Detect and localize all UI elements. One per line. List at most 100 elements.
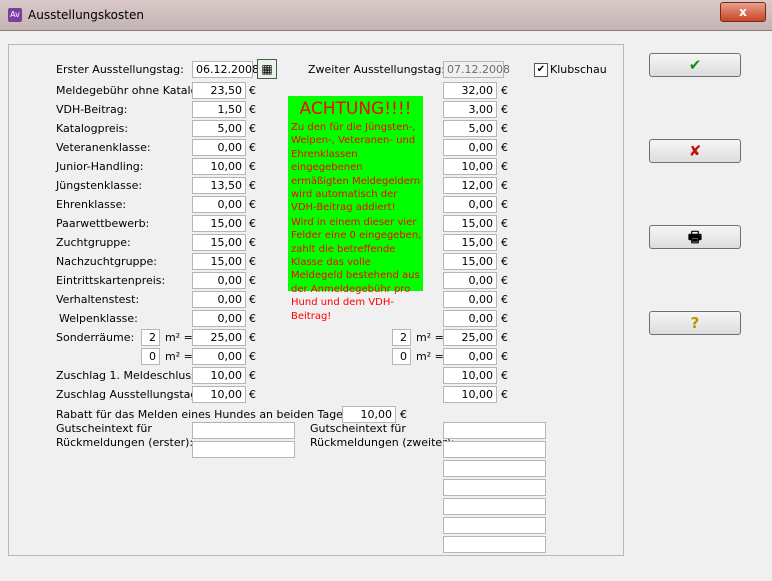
klubschau-label: Klubschau — [550, 63, 607, 76]
row-value-day1[interactable]: 23,50 — [192, 82, 246, 99]
row-value-day1[interactable]: 0,00 — [192, 272, 246, 289]
gutschein-zweiter-field[interactable] — [443, 422, 546, 439]
row-value-day2[interactable]: 0,00 — [443, 291, 497, 308]
sonderraeume-label: Sonderräume: — [56, 331, 135, 344]
row-value-day1[interactable]: 0,00 — [192, 291, 246, 308]
sonder-value-day2[interactable]: 0,00 — [443, 348, 497, 365]
row-label: Meldegebühr ohne Katalog: — [56, 84, 208, 97]
row-value-day1[interactable]: 10,00 — [192, 158, 246, 175]
euro-sign: € — [249, 369, 256, 382]
row-value-day2[interactable]: 12,00 — [443, 177, 497, 194]
warning-panel: ACHTUNG!!!! Zu den für die Jüngsten-, Wel… — [288, 96, 423, 322]
row-label: Verhaltenstest: — [56, 293, 140, 306]
row-value-day1[interactable]: 15,00 — [192, 234, 246, 251]
m2-label: m² = — [416, 350, 444, 363]
print-button[interactable]: 🖶 — [649, 225, 741, 249]
row-label: Nachzuchtgruppe: — [56, 255, 157, 268]
zuschlag-value-day2[interactable]: 10,00 — [443, 386, 497, 403]
row-value-day2[interactable]: 0,00 — [443, 196, 497, 213]
row-value-day1[interactable]: 0,00 — [192, 310, 246, 327]
row-value-day2[interactable]: 3,00 — [443, 101, 497, 118]
help-button[interactable]: ? — [649, 311, 741, 335]
euro-sign: € — [501, 141, 508, 154]
zuschlag-value-day2[interactable]: 10,00 — [443, 367, 497, 384]
row-value-day2[interactable]: 0,00 — [443, 272, 497, 289]
gutschein-zweiter-field[interactable] — [443, 460, 546, 477]
sonder-value-day1[interactable]: 25,00 — [192, 329, 246, 346]
gutschein-erster-field[interactable] — [192, 441, 295, 458]
zuschlag-value-day1[interactable]: 10,00 — [192, 367, 246, 384]
row-value-day2[interactable]: 10,00 — [443, 158, 497, 175]
row-label: Jüngstenklasse: — [56, 179, 143, 192]
euro-sign: € — [501, 198, 508, 211]
row-value-day2[interactable]: 0,00 — [443, 310, 497, 327]
euro-sign: € — [249, 293, 256, 306]
row-value-day2[interactable]: 32,00 — [443, 82, 497, 99]
warning-text: Wird in einem dieser vier Felder eine 0 … — [291, 216, 422, 322]
checkmark-icon: ✔ — [688, 56, 702, 74]
euro-sign: € — [501, 122, 508, 135]
m2-label: m² = — [416, 331, 444, 344]
gutschein-zweiter-field[interactable] — [443, 536, 546, 553]
title-bar: Av Ausstellungskosten x — [0, 0, 772, 31]
zuschlag-value-day1[interactable]: 10,00 — [192, 386, 246, 403]
gutschein-erster-field[interactable] — [192, 422, 295, 439]
m2-label: m² = — [165, 331, 193, 344]
zuschlag-label: Zuschlag Ausstellungstag: — [56, 388, 202, 401]
row-value-day1[interactable]: 15,00 — [192, 215, 246, 232]
euro-sign: € — [249, 198, 256, 211]
row-value-day2[interactable]: 5,00 — [443, 120, 497, 137]
euro-sign: € — [501, 103, 508, 116]
euro-sign: € — [400, 408, 407, 421]
euro-sign: € — [501, 369, 508, 382]
gutschein-zweiter-field[interactable] — [443, 517, 546, 534]
zweiter-tag-label: Zweiter Ausstellungstag: — [308, 63, 446, 76]
row-value-day1[interactable]: 13,50 — [192, 177, 246, 194]
euro-sign: € — [249, 103, 256, 116]
row-value-day2[interactable]: 0,00 — [443, 139, 497, 156]
rabatt-label: Rabatt für das Melden eines Hundes an be… — [56, 408, 354, 421]
ok-button[interactable]: ✔ — [649, 53, 741, 77]
euro-sign: € — [501, 84, 508, 97]
gutschein-zweiter-field[interactable] — [443, 479, 546, 496]
zweiter-tag-field: 07.12.2008 — [443, 61, 510, 78]
row-value-day1[interactable]: 0,00 — [192, 139, 246, 156]
euro-sign: € — [249, 350, 256, 363]
erster-tag-field[interactable]: 06.12.2008 — [192, 61, 259, 78]
help-icon: ? — [690, 314, 700, 332]
zuschlag-label: Zuschlag 1. Meldeschluss: — [56, 369, 201, 382]
sonder-qty-day2[interactable]: 0 — [392, 348, 411, 365]
row-label: Katalogpreis: — [56, 122, 129, 135]
close-button[interactable]: x — [720, 2, 766, 22]
rabatt-field[interactable]: 10,00 — [342, 406, 396, 423]
cancel-button[interactable]: ✘ — [649, 139, 741, 163]
gutschein-zweiter-field[interactable] — [443, 441, 546, 458]
sonder-value-day2[interactable]: 25,00 — [443, 329, 497, 346]
sonder-qty-day1[interactable]: 0 — [141, 348, 160, 365]
euro-sign: € — [249, 122, 256, 135]
euro-sign: € — [501, 331, 508, 344]
row-value-day2[interactable]: 15,00 — [443, 253, 497, 270]
gutschein-zweiter-field[interactable] — [443, 498, 546, 515]
euro-sign: € — [501, 179, 508, 192]
row-value-day1[interactable]: 5,00 — [192, 120, 246, 137]
euro-sign: € — [501, 274, 508, 287]
euro-sign: € — [249, 141, 256, 154]
euro-sign: € — [249, 255, 256, 268]
euro-sign: € — [501, 312, 508, 325]
row-value-day1[interactable]: 0,00 — [192, 196, 246, 213]
calendar-icon[interactable]: ▦ — [257, 59, 277, 79]
sonder-qty-day2[interactable]: 2 — [392, 329, 411, 346]
row-value-day1[interactable]: 1,50 — [192, 101, 246, 118]
printer-icon: 🖶 — [687, 228, 703, 246]
klubschau-checkbox[interactable]: ✔ — [534, 63, 548, 77]
row-value-day2[interactable]: 15,00 — [443, 215, 497, 232]
row-value-day1[interactable]: 15,00 — [192, 253, 246, 270]
row-value-day2[interactable]: 15,00 — [443, 234, 497, 251]
euro-sign: € — [249, 84, 256, 97]
sonder-value-day1[interactable]: 0,00 — [192, 348, 246, 365]
row-label: Zuchtgruppe: — [56, 236, 131, 249]
window-title: Ausstellungskosten — [28, 8, 144, 22]
sonder-qty-day1[interactable]: 2 — [141, 329, 160, 346]
gutschein-erster-label: Gutscheintext für Rückmeldungen (erster)… — [56, 422, 194, 449]
